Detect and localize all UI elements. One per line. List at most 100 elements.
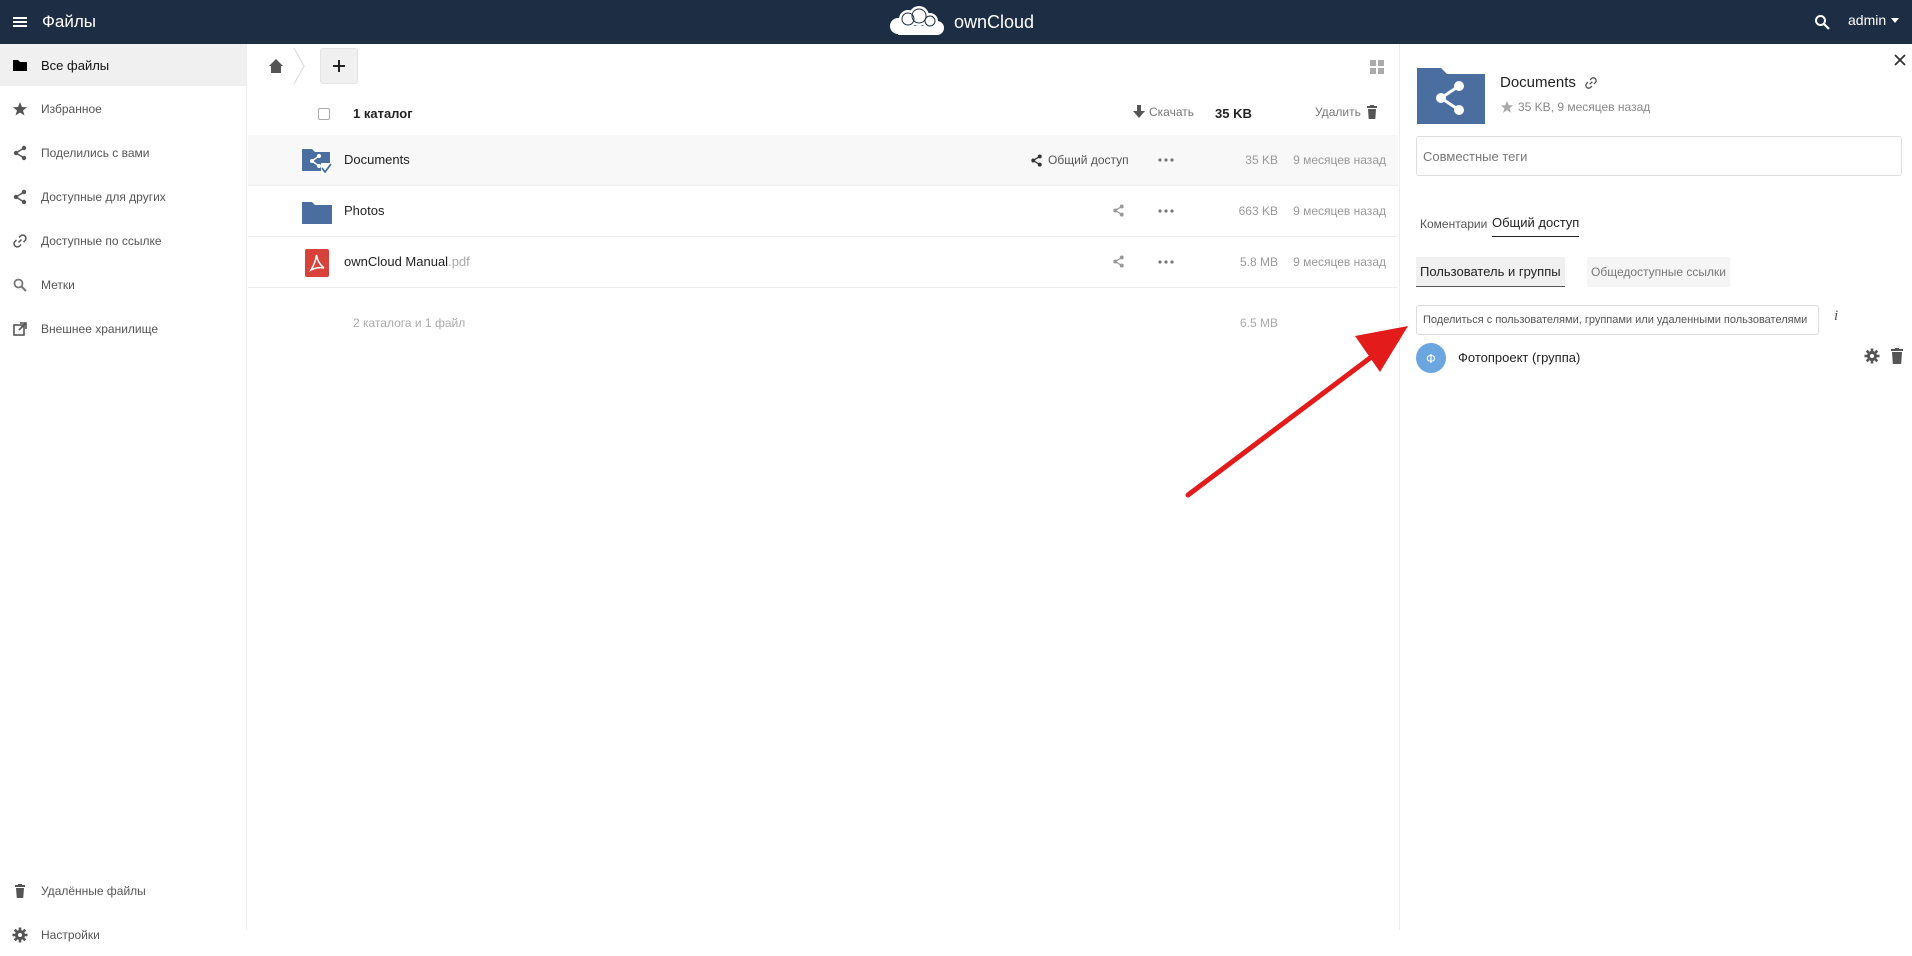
share-icon bbox=[12, 189, 28, 205]
link-icon bbox=[12, 233, 28, 249]
star-icon bbox=[12, 101, 28, 117]
link-icon[interactable] bbox=[1584, 76, 1598, 90]
sidebar-item-shared-with-you[interactable]: Поделились с вами bbox=[0, 132, 246, 174]
external-link-icon bbox=[12, 321, 28, 337]
delete-label: Удалить bbox=[1315, 105, 1361, 119]
file-size: 5.8 MB bbox=[1239, 255, 1278, 269]
table-row[interactable]: ownCloud Manual.pdf 5.8 MB 9 месяцев наз… bbox=[248, 237, 1398, 288]
star-icon[interactable] bbox=[1500, 100, 1514, 114]
sidebar-item-tags[interactable]: Метки bbox=[0, 264, 246, 306]
sidebar-item-all-files[interactable]: Все файлы bbox=[0, 44, 246, 86]
subtab-label: Пользователь и группы bbox=[1420, 264, 1561, 279]
panel-file-name: Documents bbox=[1500, 74, 1576, 91]
breadcrumb-separator-icon bbox=[292, 48, 306, 84]
sidebar-item-label: Настройки bbox=[41, 928, 100, 942]
share-button[interactable]: Общий доступ bbox=[1030, 153, 1129, 167]
share-label: Общий доступ bbox=[1048, 153, 1129, 167]
download-button[interactable]: Скачать bbox=[1133, 105, 1194, 119]
sidebar-item-favorites[interactable]: Избранное bbox=[0, 88, 246, 130]
subtab-users-groups[interactable]: Пользователь и группы bbox=[1416, 257, 1565, 287]
sidebar-item-external-storage[interactable]: Внешнее хранилище bbox=[0, 308, 246, 350]
details-panel: Documents 35 KB, 9 месяцев назад Комента… bbox=[1399, 44, 1912, 930]
shared-folder-thumbnail-icon bbox=[1417, 64, 1485, 124]
avatar: Ф bbox=[1416, 343, 1446, 373]
sidebar-item-label: Все файлы bbox=[41, 57, 110, 73]
share-icon bbox=[1113, 204, 1124, 217]
share-icon bbox=[12, 145, 28, 161]
selection-count: 1 каталог bbox=[353, 106, 413, 121]
tab-comments[interactable]: Коментарии bbox=[1420, 217, 1487, 231]
file-size: 35 KB bbox=[1245, 153, 1278, 167]
user-menu[interactable]: admin bbox=[1848, 12, 1900, 28]
sidebar-item-label: Внешнее хранилище bbox=[41, 322, 159, 336]
delete-button[interactable]: Удалить bbox=[1315, 105, 1378, 119]
top-header: Файлы ownCloud admin bbox=[0, 0, 1912, 44]
sidebar-item-label: Избранное bbox=[41, 102, 102, 116]
plus-icon bbox=[333, 60, 345, 72]
sidebar: Все файлы Избранное Поделились с вами До… bbox=[0, 44, 247, 943]
close-icon[interactable] bbox=[1894, 54, 1906, 66]
logo-text: ownCloud bbox=[954, 11, 1035, 32]
more-options-icon[interactable] bbox=[1156, 153, 1176, 167]
file-date: 9 месяцев назад bbox=[1293, 204, 1386, 218]
file-name[interactable]: Photos bbox=[344, 203, 384, 218]
cloud-logo-icon bbox=[890, 6, 944, 35]
select-all-checkbox[interactable] bbox=[318, 108, 330, 120]
home-icon[interactable] bbox=[268, 58, 284, 74]
file-name[interactable]: Documents bbox=[344, 152, 410, 167]
panel-meta-text: 35 KB, 9 месяцев назад bbox=[1518, 100, 1651, 114]
subtab-label: Общедоступные ссылки bbox=[1591, 265, 1726, 279]
gear-icon[interactable] bbox=[1864, 348, 1880, 364]
search-icon[interactable] bbox=[1814, 14, 1830, 30]
search-icon bbox=[12, 277, 28, 293]
folder-icon bbox=[302, 198, 332, 226]
share-icon bbox=[1113, 255, 1124, 268]
gear-icon bbox=[12, 927, 28, 943]
sidebar-item-label: Удалённые файлы bbox=[41, 884, 146, 898]
table-row[interactable]: Photos 663 KB 9 месяцев назад bbox=[248, 186, 1398, 237]
share-icon bbox=[1031, 153, 1042, 167]
caret-down-icon bbox=[1891, 17, 1900, 23]
list-summary-size: 6.5 MB bbox=[1239, 316, 1278, 330]
trash-icon bbox=[1366, 105, 1377, 119]
sidebar-item-label: Доступные по ссылке bbox=[41, 234, 162, 248]
sidebar-item-settings[interactable]: Настройки bbox=[0, 914, 246, 956]
table-row[interactable]: Documents Общий доступ 35 KB 9 месяцев н… bbox=[248, 135, 1398, 186]
hamburger-menu-icon[interactable] bbox=[12, 14, 28, 30]
tab-sharing[interactable]: Общий доступ bbox=[1492, 215, 1580, 237]
new-button[interactable] bbox=[320, 48, 358, 84]
breadcrumb bbox=[248, 44, 1398, 88]
collaborative-tags-input[interactable] bbox=[1416, 136, 1902, 176]
file-list-area: 1 каталог Скачать 35 KB Удалить Document… bbox=[248, 44, 1398, 930]
owncloud-logo[interactable]: ownCloud bbox=[886, 4, 1034, 40]
share-with-input[interactable] bbox=[1416, 305, 1819, 335]
share-button[interactable] bbox=[1112, 204, 1125, 217]
subtab-public-links[interactable]: Общедоступные ссылки bbox=[1587, 257, 1730, 287]
grid-view-icon[interactable] bbox=[1370, 60, 1384, 74]
more-options-icon[interactable] bbox=[1156, 204, 1176, 218]
sidebar-item-deleted-files[interactable]: Удалённые файлы bbox=[0, 870, 246, 912]
app-title[interactable]: Файлы bbox=[42, 12, 96, 32]
folder-icon bbox=[12, 57, 28, 73]
sidebar-item-shared-by-link[interactable]: Доступные по ссылке bbox=[0, 220, 246, 262]
trash-icon bbox=[12, 883, 28, 899]
sidebar-item-label: Поделились с вами bbox=[41, 146, 150, 160]
file-size: 663 KB bbox=[1238, 204, 1278, 218]
panel-title: Documents bbox=[1500, 74, 1598, 91]
file-date: 9 месяцев назад bbox=[1293, 255, 1386, 269]
selection-size: 35 KB bbox=[1215, 106, 1252, 121]
more-options-icon[interactable] bbox=[1156, 255, 1176, 269]
file-name[interactable]: ownCloud Manual.pdf bbox=[344, 254, 470, 269]
sidebar-item-label: Метки bbox=[41, 278, 75, 292]
sharee-name: Фотопроект (группа) bbox=[1458, 350, 1581, 365]
pdf-icon bbox=[302, 249, 332, 277]
share-button[interactable] bbox=[1112, 255, 1125, 268]
file-date: 9 месяцев назад bbox=[1293, 153, 1386, 167]
trash-icon[interactable] bbox=[1890, 348, 1904, 364]
list-summary: 2 каталога и 1 файл bbox=[353, 316, 466, 330]
download-icon bbox=[1133, 105, 1145, 118]
panel-meta: 35 KB, 9 месяцев назад bbox=[1500, 100, 1650, 114]
info-icon[interactable]: i bbox=[1834, 308, 1838, 325]
sidebar-item-shared-with-others[interactable]: Доступные для других bbox=[0, 176, 246, 218]
sidebar-item-label: Доступные для других bbox=[41, 190, 166, 204]
